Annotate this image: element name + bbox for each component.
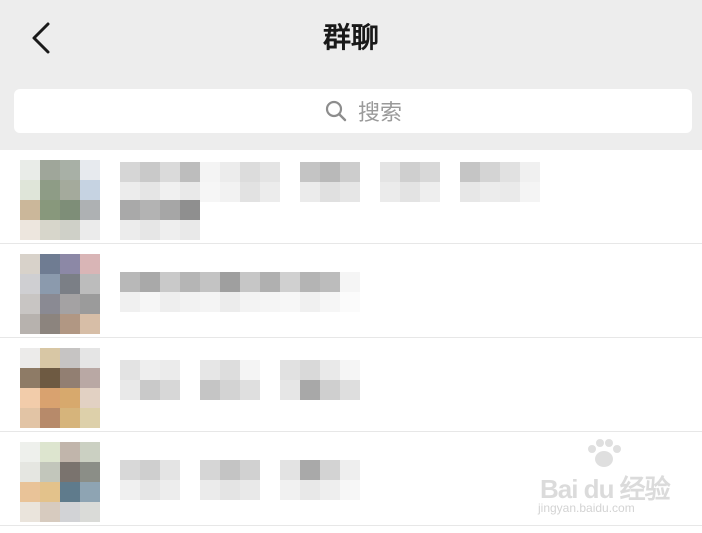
group-avatar <box>20 254 100 334</box>
masked-group-name-4 <box>120 220 200 240</box>
masked-group-name-2 <box>120 380 360 400</box>
group-chat-item[interactable] <box>0 338 702 432</box>
search-input[interactable]: 搜索 <box>14 89 692 133</box>
masked-group-name <box>120 360 360 380</box>
masked-group-name-2 <box>120 480 360 500</box>
search-placeholder: 搜索 <box>358 101 403 126</box>
page-title: 群聊 <box>322 21 379 54</box>
group-chat-list: Bai du 经验 jingyan.baidu.com <box>0 150 702 526</box>
baidu-jingyan-watermark: Bai du 经验 jingyan.baidu.com <box>536 439 671 515</box>
group-avatar <box>20 348 100 428</box>
watermark-url: jingyan.baidu.com <box>538 501 635 515</box>
group-avatar <box>20 160 100 240</box>
group-chat-item[interactable]: Bai du 经验 jingyan.baidu.com <box>0 432 702 526</box>
group-avatar <box>20 442 100 522</box>
masked-group-name-3 <box>120 200 200 220</box>
masked-group-name-2 <box>120 182 540 202</box>
masked-group-name-2 <box>120 292 360 312</box>
paw-icon <box>588 439 621 467</box>
masked-group-name <box>120 162 540 182</box>
group-chat-item[interactable] <box>0 150 702 244</box>
top-bar: 群聊 搜索 <box>0 0 702 150</box>
masked-group-name <box>120 272 360 292</box>
group-chat-item[interactable] <box>0 244 702 338</box>
search-icon <box>325 100 347 122</box>
masked-group-name <box>120 460 360 480</box>
